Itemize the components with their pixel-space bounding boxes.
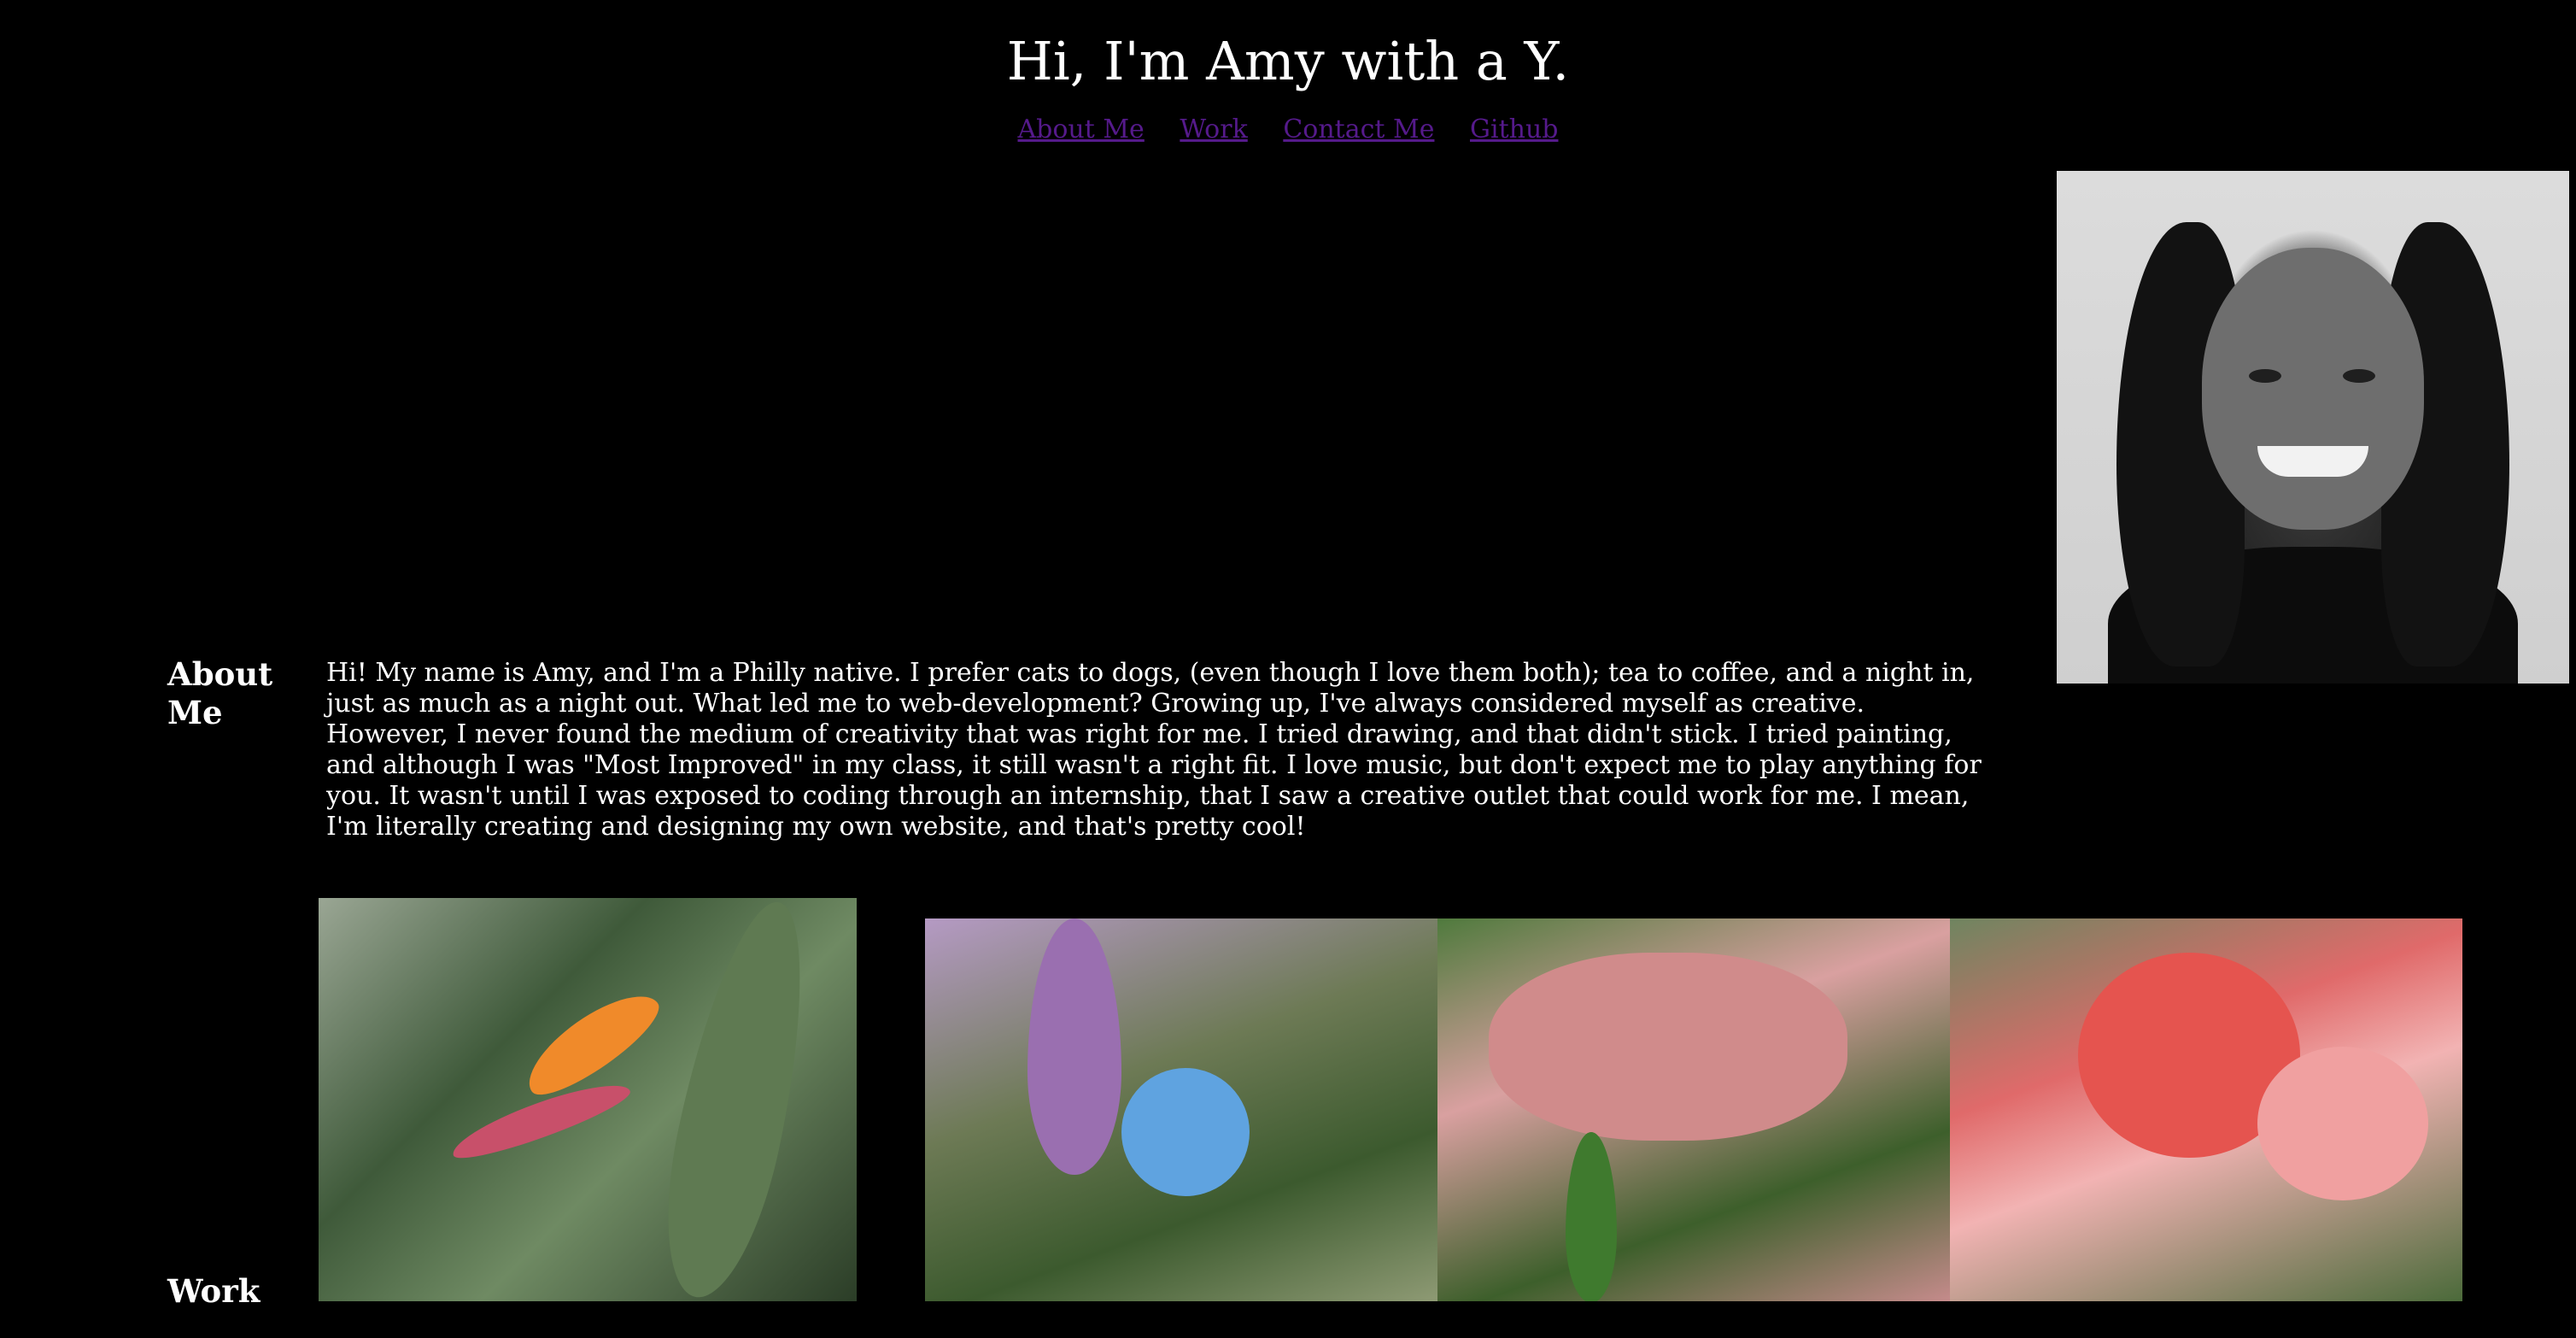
nav-link-contact-me[interactable]: Contact Me [1283,114,1434,144]
portrait-eye-right [2343,369,2375,383]
portrait-eye-left [2249,369,2281,383]
portrait-smile [2257,446,2368,477]
main-nav: About Me Work Contact Me Github [0,113,2576,147]
profile-photo [2057,171,2569,684]
bird-leaf [645,898,829,1301]
nav-link-work[interactable]: Work [1180,114,1247,144]
poppy-foxglove [1027,918,1121,1175]
work-image-bird-of-paradise[interactable] [319,898,857,1301]
orchid-leaf [1566,1132,1617,1301]
about-me-text: Hi! My name is Amy, and I'm a Philly nat… [326,658,1982,842]
portrait-face [2202,248,2424,530]
page-title: Hi, I'm Amy with a Y. [1006,30,1570,92]
about-me-heading: About Me [167,655,273,731]
amaryllis-bloom-second [2257,1047,2428,1200]
nav-link-github[interactable]: Github [1470,114,1558,144]
orchid-cluster [1489,953,1847,1141]
work-image-amaryllis[interactable] [1950,918,2462,1301]
work-image-pink-orchids[interactable] [1437,918,1950,1301]
poppy-bloom [1121,1068,1250,1196]
nav-link-about-me[interactable]: About Me [1018,114,1145,144]
work-heading: Work [167,1272,261,1310]
work-image-blue-poppy[interactable] [925,918,1437,1301]
